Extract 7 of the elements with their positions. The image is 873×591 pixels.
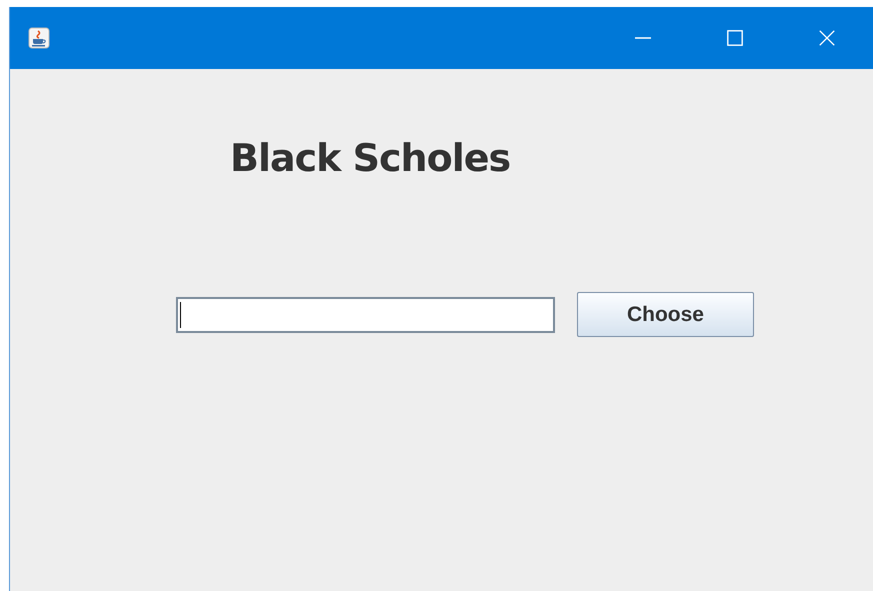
maximize-icon <box>726 29 744 47</box>
minimize-icon <box>635 37 651 39</box>
app-heading: Black Scholes <box>230 135 512 182</box>
choose-button[interactable]: Choose <box>577 292 754 337</box>
coffee-cup-icon <box>28 27 50 49</box>
close-icon <box>818 29 836 47</box>
file-path-field[interactable] <box>176 296 555 332</box>
